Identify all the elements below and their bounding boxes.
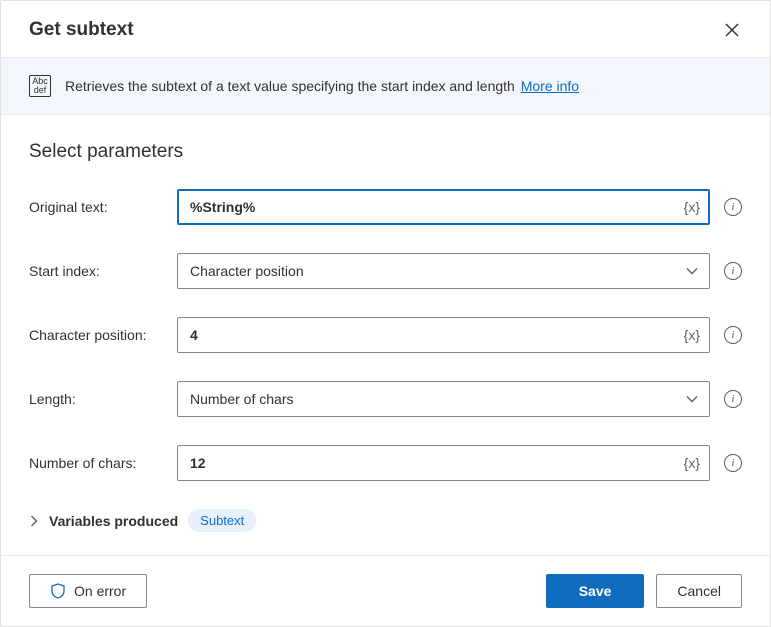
info-icon[interactable]: i — [724, 454, 742, 472]
label-char-pos: Character position: — [29, 327, 169, 343]
variable-token-button[interactable]: {x} — [684, 327, 700, 343]
on-error-button[interactable]: On error — [29, 574, 147, 608]
more-info-link[interactable]: More info — [521, 78, 579, 94]
info-icon[interactable]: i — [724, 390, 742, 408]
banner-text-wrap: Retrieves the subtext of a text value sp… — [65, 78, 579, 94]
variables-produced-label: Variables produced — [49, 513, 178, 529]
row-start-index: Start index: Character position i — [29, 253, 742, 289]
dialog-header: Get subtext — [1, 1, 770, 57]
chevron-right-icon — [30, 515, 38, 527]
row-num-chars: Number of chars: {x} i — [29, 445, 742, 481]
expand-variables-button[interactable] — [29, 516, 39, 526]
original-text-input[interactable] — [177, 189, 710, 225]
close-button[interactable] — [722, 20, 742, 40]
save-button[interactable]: Save — [546, 574, 645, 608]
dialog-footer: On error Save Cancel — [1, 555, 770, 626]
footer-actions: Save Cancel — [546, 574, 742, 608]
dialog-body: Select parameters Original text: {x} i S… — [1, 115, 770, 555]
label-length: Length: — [29, 391, 169, 407]
row-length: Length: Number of chars i — [29, 381, 742, 417]
field-char-pos: {x} — [177, 317, 710, 353]
field-original-text: {x} — [177, 189, 710, 225]
cancel-button[interactable]: Cancel — [656, 574, 742, 608]
label-start-index: Start index: — [29, 263, 169, 279]
field-start-index: Character position — [177, 253, 710, 289]
variable-token-button[interactable]: {x} — [684, 199, 700, 215]
char-pos-input[interactable] — [177, 317, 710, 353]
shield-icon — [50, 583, 66, 599]
banner-text: Retrieves the subtext of a text value sp… — [65, 78, 515, 94]
info-icon[interactable]: i — [724, 198, 742, 216]
row-char-pos: Character position: {x} i — [29, 317, 742, 353]
variable-chip-subtext[interactable]: Subtext — [188, 509, 256, 532]
abc-def-icon: Abc def — [29, 75, 51, 97]
length-select[interactable]: Number of chars — [177, 381, 710, 417]
section-title: Select parameters — [29, 141, 742, 163]
info-icon[interactable]: i — [724, 326, 742, 344]
num-chars-input[interactable] — [177, 445, 710, 481]
label-original-text: Original text: — [29, 199, 169, 215]
on-error-label: On error — [74, 583, 126, 599]
variable-token-button[interactable]: {x} — [684, 455, 700, 471]
row-original-text: Original text: {x} i — [29, 189, 742, 225]
close-icon — [725, 23, 739, 37]
start-index-select[interactable]: Character position — [177, 253, 710, 289]
dialog-title: Get subtext — [29, 19, 134, 41]
info-icon[interactable]: i — [724, 262, 742, 280]
variables-produced-row: Variables produced Subtext — [29, 509, 742, 532]
info-banner: Abc def Retrieves the subtext of a text … — [1, 57, 770, 115]
field-length: Number of chars — [177, 381, 710, 417]
field-num-chars: {x} — [177, 445, 710, 481]
label-num-chars: Number of chars: — [29, 455, 169, 471]
